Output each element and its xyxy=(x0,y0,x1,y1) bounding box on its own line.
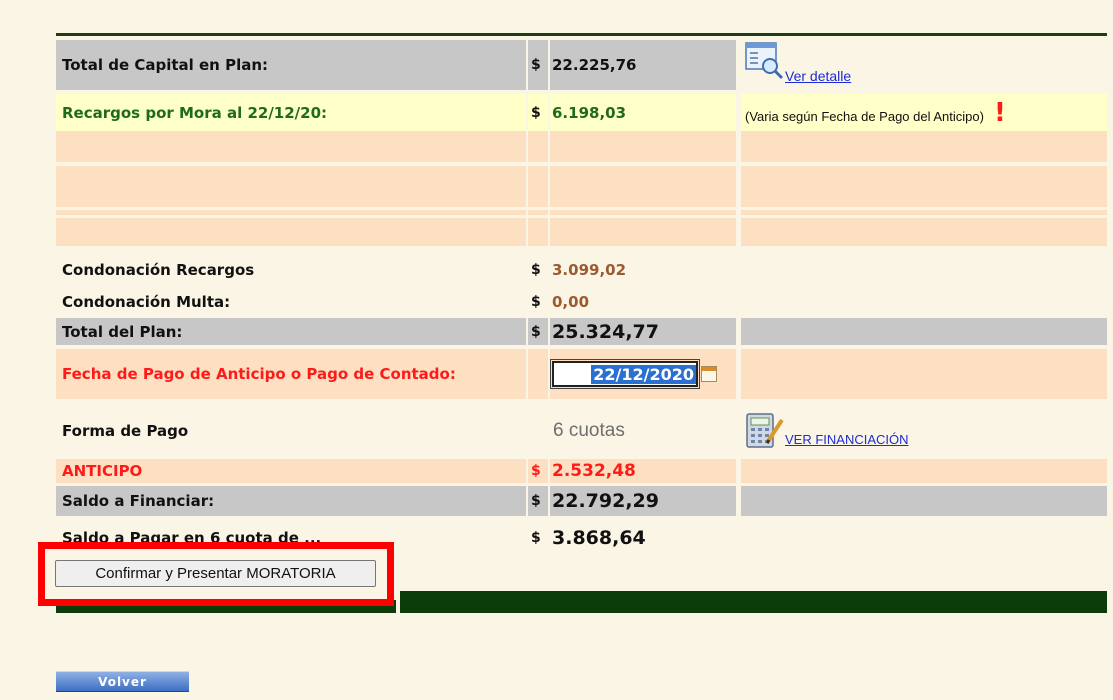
top-divider xyxy=(56,33,1107,36)
forma-pago-label: Forma de Pago xyxy=(62,422,189,440)
recargos-label: Recargos por Mora al 22/12/20: xyxy=(56,94,526,131)
condonacion-multa-label: Condonación Multa: xyxy=(62,293,231,311)
condonacion-multa-value: 0,00 xyxy=(552,293,590,311)
fecha-pago-row: Fecha de Pago de Anticipo o Pago de Cont… xyxy=(56,349,1107,399)
confirm-moratoria-button[interactable]: Confirmar y Presentar MORATORIA xyxy=(55,560,376,587)
condonacion-recargos-value: 3.099,02 xyxy=(552,261,627,279)
total-plan-value: 25.324,77 xyxy=(550,318,736,345)
anticipo-label: ANTICIPO xyxy=(56,459,526,483)
recargos-currency: $ xyxy=(528,94,548,131)
calendar-icon[interactable] xyxy=(701,366,717,382)
ver-financiacion-link[interactable]: VER FINANCIACIÓN xyxy=(785,432,909,447)
capital-currency: $ xyxy=(528,40,548,90)
ver-financiacion-cell: VER FINANCIACIÓN xyxy=(741,405,1107,457)
ver-detalle-link[interactable]: Ver detalle xyxy=(785,68,851,84)
empty-row xyxy=(56,131,1107,162)
condonacion-recargos-currency: $ xyxy=(531,262,541,278)
condonacion-multa-currency: $ xyxy=(531,294,541,310)
condonacion-multa-row: Condonación Multa: $ 0,00 xyxy=(56,290,1107,314)
volver-button[interactable]: Volver xyxy=(56,671,189,692)
calculator-icon[interactable] xyxy=(745,411,785,451)
empty-row xyxy=(56,210,1107,215)
anticipo-value: 2.532,48 xyxy=(550,459,736,483)
empty-row xyxy=(56,218,1107,246)
recargos-note: (Varia según Fecha de Pago del Anticipo) xyxy=(745,109,984,124)
capital-value: 22.225,76 xyxy=(550,40,736,90)
capital-detail-cell: Ver detalle xyxy=(741,40,1107,90)
saldo-pagar-currency: $ xyxy=(531,530,541,546)
forma-pago-value[interactable]: 6 cuotas xyxy=(550,405,736,457)
saldo-financiar-currency: $ xyxy=(528,486,548,516)
document-magnifier-icon[interactable] xyxy=(745,42,785,80)
alert-icon: ! xyxy=(993,97,1006,128)
empty-row xyxy=(56,166,1107,207)
total-plan-currency: $ xyxy=(528,318,548,345)
anticipo-currency: $ xyxy=(528,459,548,483)
saldo-pagar-value: 3.868,64 xyxy=(552,527,646,549)
capital-row: Total de Capital en Plan: $ 22.225,76 Ve… xyxy=(56,40,1107,90)
recargos-value: 6.198,03 xyxy=(550,94,736,131)
saldo-financiar-label: Saldo a Financiar: xyxy=(56,486,526,516)
saldo-financiar-value: 22.792,29 xyxy=(550,486,736,516)
fecha-pago-value: 22/12/2020 xyxy=(591,364,696,384)
total-plan-row: Total del Plan: $ 25.324,77 xyxy=(56,318,1107,345)
forma-pago-row: Forma de Pago 6 cuotas VER FINANCIACIÓN xyxy=(56,405,1107,457)
bottom-bar xyxy=(400,591,1107,613)
capital-label: Total de Capital en Plan: xyxy=(56,40,526,90)
total-plan-label: Total del Plan: xyxy=(56,318,526,345)
recargos-note-cell: (Varia según Fecha de Pago del Anticipo)… xyxy=(741,94,1107,131)
fecha-pago-label: Fecha de Pago de Anticipo o Pago de Cont… xyxy=(56,349,526,399)
saldo-financiar-row: Saldo a Financiar: $ 22.792,29 xyxy=(56,486,1107,516)
recargos-row: Recargos por Mora al 22/12/20: $ 6.198,0… xyxy=(56,94,1107,131)
condonacion-recargos-label: Condonación Recargos xyxy=(62,261,255,279)
fecha-pago-input[interactable]: 22/12/2020 xyxy=(550,359,700,389)
anticipo-row: ANTICIPO $ 2.532,48 xyxy=(56,459,1107,483)
condonacion-recargos-row: Condonación Recargos $ 3.099,02 xyxy=(56,256,1107,284)
